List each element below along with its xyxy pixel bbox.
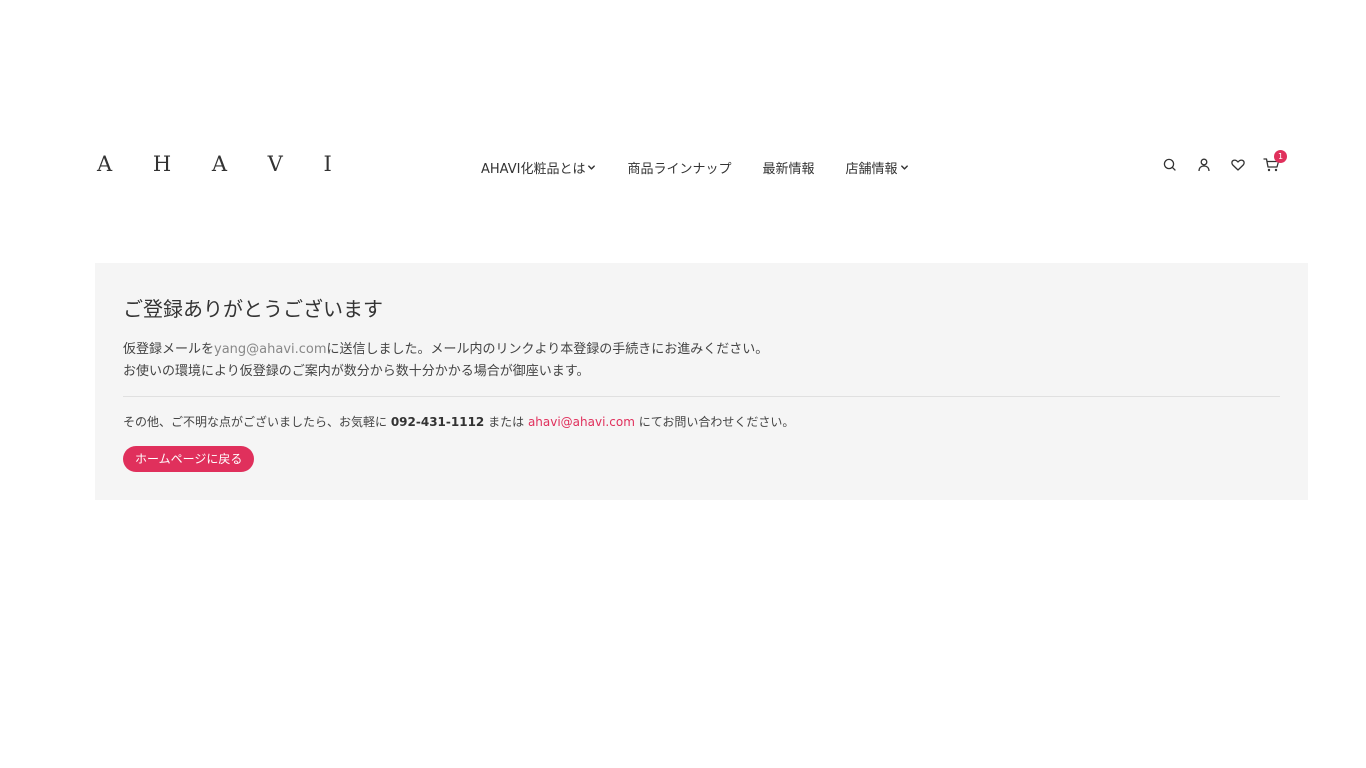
contact-info: その他、ご不明な点がございましたら、お気軽に 092-431-1112 または …	[123, 413, 794, 430]
contact-prefix: その他、ご不明な点がございましたら、お気軽に	[123, 415, 391, 429]
site-logo[interactable]: A H A V I	[97, 152, 349, 176]
contact-phone: 092-431-1112	[390, 415, 485, 429]
chevron-down-icon	[900, 164, 908, 170]
nav-item-stores[interactable]: 店舗情報	[846, 158, 909, 177]
nav-item-label: AHAVI化粧品とは	[481, 161, 586, 177]
nav-item-about[interactable]: AHAVI化粧品とは	[481, 158, 596, 177]
message-suffix: に送信しました。メール内のリンクより本登録の手続きにお進みください。	[326, 342, 769, 357]
message-prefix: 仮登録メールを	[123, 342, 215, 357]
message-line-2: お使いの環境により仮登録のご案内が数分から数十分かかる場合が御座います。	[123, 364, 590, 379]
registered-email: yang@ahavi.com	[214, 342, 327, 357]
registration-confirmation-panel: ご登録ありがとうございます 仮登録メールをyang@ahavi.comに送信しま…	[95, 263, 1308, 500]
contact-suffix: にてお問い合わせください。	[634, 415, 795, 429]
page: A H A V I AHAVI化粧品とは 商品ラインナップ 最新情報 店舗情報	[0, 0, 1366, 768]
account-button[interactable]	[1194, 155, 1214, 175]
divider	[123, 396, 1280, 397]
back-to-home-button[interactable]: ホームページに戻る	[123, 446, 255, 472]
search-icon	[1163, 158, 1176, 171]
message-line-1: 仮登録メールをyang@ahavi.comに送信しました。メール内のリンクより本…	[123, 339, 768, 361]
nav-item-label: 最新情報	[762, 161, 815, 177]
search-button[interactable]	[1160, 155, 1180, 175]
user-icon	[1198, 158, 1210, 172]
nav-item-label: 商品ラインナップ	[627, 161, 732, 177]
cart-button[interactable]: 1	[1262, 150, 1287, 175]
cart-count-badge: 1	[1274, 150, 1287, 163]
contact-middle: または	[484, 415, 528, 429]
site-header: A H A V I AHAVI化粧品とは 商品ラインナップ 最新情報 店舗情報	[0, 146, 1366, 186]
wishlist-button[interactable]	[1228, 155, 1248, 175]
contact-email-link[interactable]: ahavi@ahavi.com	[528, 415, 635, 429]
confirmation-message: 仮登録メールをyang@ahavi.comに送信しました。メール内のリンクより本…	[123, 339, 768, 383]
page-title: ご登録ありがとうございます	[123, 297, 383, 321]
nav-item-products[interactable]: 商品ラインナップ	[627, 158, 731, 177]
nav-item-label: 店舗情報	[845, 161, 898, 177]
main-nav: AHAVI化粧品とは 商品ラインナップ 最新情報 店舗情報	[481, 157, 909, 177]
header-icons: 1	[1160, 150, 1287, 175]
nav-item-news[interactable]: 最新情報	[762, 158, 814, 177]
heart-icon	[1231, 159, 1245, 171]
chevron-down-icon	[588, 164, 596, 170]
